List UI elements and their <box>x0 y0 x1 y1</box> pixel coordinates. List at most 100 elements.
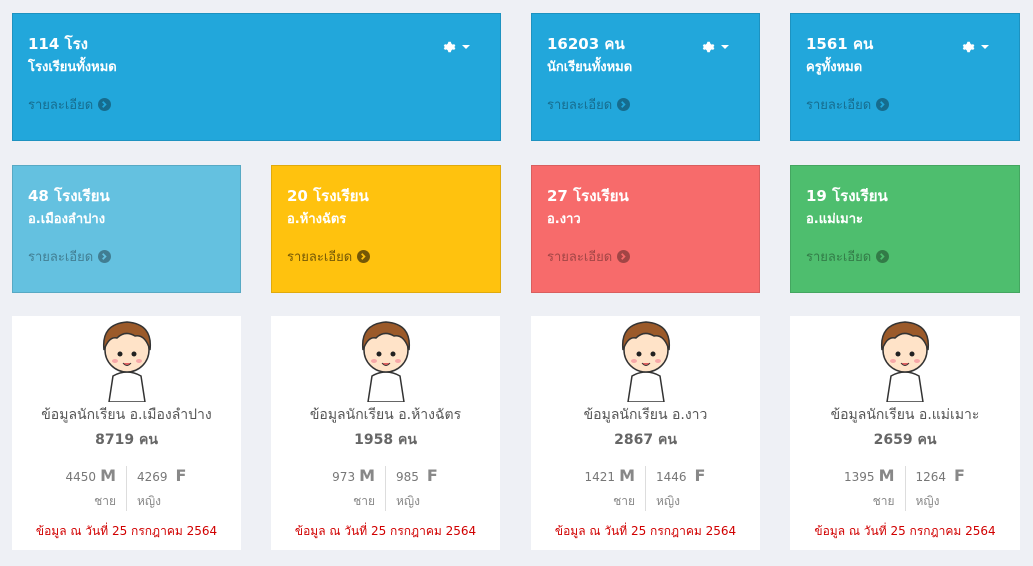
details-link[interactable]: รายละเอียด <box>28 94 112 115</box>
chevron-down-icon <box>462 45 470 49</box>
male-letter: M <box>878 466 895 485</box>
card-title: ข้อมูลนักเรียน อ.ห้างฉัตร <box>309 407 462 423</box>
male-label: ชาย <box>94 494 116 508</box>
details-link[interactable]: รายละเอียด <box>287 246 371 267</box>
tile-number: 48 โรงเรียน <box>28 187 110 205</box>
gender-stats: 973 M ชาย 985 F หญิง <box>271 466 500 511</box>
student-boy-icon <box>880 321 930 402</box>
student-info-card: ข้อมูลนักเรียน อ.เมืองลำปาง 8719 คน 4450… <box>12 316 241 550</box>
male-count: 1421 <box>584 470 616 484</box>
stat-tile-students: 16203 คน นักเรียนทั้งหมด รายละเอียด <box>531 13 760 141</box>
district-tile-mueang-lampang: 48 โรงเรียน อ.เมืองลำปาง รายละเอียด <box>12 165 241 293</box>
male-count: 973 <box>332 470 356 484</box>
card-title: ข้อมูลนักเรียน อ.เมืองลำปาง <box>41 407 212 423</box>
district-tile-hang-chat: 20 โรงเรียน อ.ห้างฉัตร รายละเอียด <box>271 165 501 293</box>
settings-dropdown[interactable] <box>701 40 729 54</box>
male-stat: 1421 M ชาย <box>575 466 646 511</box>
tile-label: อ.งาว <box>547 212 581 227</box>
tile-number: 19 โรงเรียน <box>806 187 888 205</box>
arrow-circle-right-icon <box>876 250 890 263</box>
stat-tile-teachers: 1561 คน ครูทั้งหมด รายละเอียด <box>790 13 1020 141</box>
female-count: 1264 <box>915 470 947 484</box>
card-title: ข้อมูลนักเรียน อ.แม่เมาะ <box>830 407 980 423</box>
card-total: 2659 คน <box>873 432 937 448</box>
tile-label: อ.ห้างฉัตร <box>287 212 347 227</box>
female-count: 4269 <box>137 470 168 484</box>
gear-icon <box>962 41 975 53</box>
male-count: 1395 <box>844 470 875 484</box>
female-stat: 1446 F หญิง <box>646 466 716 511</box>
male-stat: 1395 M ชาย <box>835 466 906 511</box>
arrow-circle-right-icon <box>357 250 371 263</box>
male-label: ชาย <box>353 494 375 508</box>
female-label: หญิง <box>915 494 940 508</box>
female-stat: 985 F หญิง <box>386 466 456 511</box>
female-letter: F <box>694 466 706 485</box>
arrow-circle-right-icon <box>617 98 631 111</box>
card-total: 8719 คน <box>95 432 158 448</box>
female-letter: F <box>426 466 438 485</box>
student-info-card: ข้อมูลนักเรียน อ.งาว 2867 คน 1421 M ชาย 1… <box>531 316 760 550</box>
male-letter: M <box>100 466 116 485</box>
data-date: ข้อมูล ณ วันที่ 25 กรกฎาคม 2564 <box>35 524 218 538</box>
card-total: 1958 คน <box>354 432 417 448</box>
arrow-circle-right-icon <box>617 250 631 263</box>
gender-stats: 1421 M ชาย 1446 F หญิง <box>531 466 760 511</box>
male-label: ชาย <box>613 494 635 508</box>
settings-dropdown[interactable] <box>961 40 989 54</box>
data-date: ข้อมูล ณ วันที่ 25 กรกฎาคม 2564 <box>554 524 737 538</box>
details-link[interactable]: รายละเอียด <box>547 246 631 267</box>
chevron-down-icon <box>981 45 989 49</box>
male-stat: 973 M ชาย <box>315 466 386 511</box>
tile-label: นักเรียนทั้งหมด <box>547 60 633 75</box>
tile-label: ครูทั้งหมด <box>806 60 863 75</box>
tile-number: 114 โรง <box>28 35 88 53</box>
tile-number: 27 โรงเรียน <box>547 187 629 205</box>
arrow-circle-right-icon <box>98 250 112 263</box>
gender-stats: 4450 M ชาย 4269 F หญิง <box>12 466 241 511</box>
details-link[interactable]: รายละเอียด <box>547 94 631 115</box>
tile-number: 20 โรงเรียน <box>287 187 369 205</box>
details-link[interactable]: รายละเอียด <box>806 246 890 267</box>
gear-icon <box>702 41 715 53</box>
tile-label: โรงเรียนทั้งหมด <box>28 60 117 75</box>
settings-dropdown[interactable] <box>442 40 470 54</box>
male-stat: 4450 M ชาย <box>56 466 127 511</box>
tile-label: อ.แม่เมาะ <box>806 212 863 227</box>
data-date: ข้อมูล ณ วันที่ 25 กรกฎาคม 2564 <box>294 524 477 538</box>
student-boy-icon <box>361 321 410 402</box>
stat-tile-schools: 114 โรง โรงเรียนทั้งหมด รายละเอียด <box>12 13 501 141</box>
male-letter: M <box>359 466 375 485</box>
tile-number: 16203 คน <box>547 35 625 53</box>
female-stat: 4269 F หญิง <box>127 466 197 511</box>
gender-stats: 1395 M ชาย 1264 F หญิง <box>790 466 1020 511</box>
details-label: รายละเอียด <box>547 98 613 113</box>
student-info-card: ข้อมูลนักเรียน อ.แม่เมาะ 2659 คน 1395 M ช… <box>790 316 1020 550</box>
district-tile-ngao: 27 โรงเรียน อ.งาว รายละเอียด <box>531 165 760 293</box>
student-boy-icon <box>102 321 151 402</box>
arrow-circle-right-icon <box>876 98 890 111</box>
details-link[interactable]: รายละเอียด <box>28 246 112 267</box>
female-stat: 1264 F หญิง <box>906 466 976 511</box>
details-link[interactable]: รายละเอียด <box>806 94 890 115</box>
student-info-card: ข้อมูลนักเรียน อ.ห้างฉัตร 1958 คน 973 M ช… <box>271 316 500 550</box>
tile-number: 1561 คน <box>806 35 874 53</box>
tile-label: อ.เมืองลำปาง <box>28 212 106 227</box>
female-letter: F <box>954 466 965 485</box>
details-label: รายละเอียด <box>806 250 872 265</box>
male-letter: M <box>619 466 635 485</box>
details-label: รายละเอียด <box>547 250 613 265</box>
female-letter: F <box>175 466 187 485</box>
male-count: 4450 <box>65 470 97 484</box>
female-count: 985 <box>396 470 419 484</box>
gear-icon <box>443 41 456 53</box>
details-label: รายละเอียด <box>806 98 872 113</box>
district-tile-mae-moh: 19 โรงเรียน อ.แม่เมาะ รายละเอียด <box>790 165 1020 293</box>
female-label: หญิง <box>656 494 680 508</box>
male-label: ชาย <box>872 494 895 508</box>
card-title: ข้อมูลนักเรียน อ.งาว <box>583 407 708 423</box>
details-label: รายละเอียด <box>28 250 94 265</box>
details-label: รายละเอียด <box>28 98 94 113</box>
details-label: รายละเอียด <box>287 250 353 265</box>
student-boy-icon <box>621 321 670 402</box>
